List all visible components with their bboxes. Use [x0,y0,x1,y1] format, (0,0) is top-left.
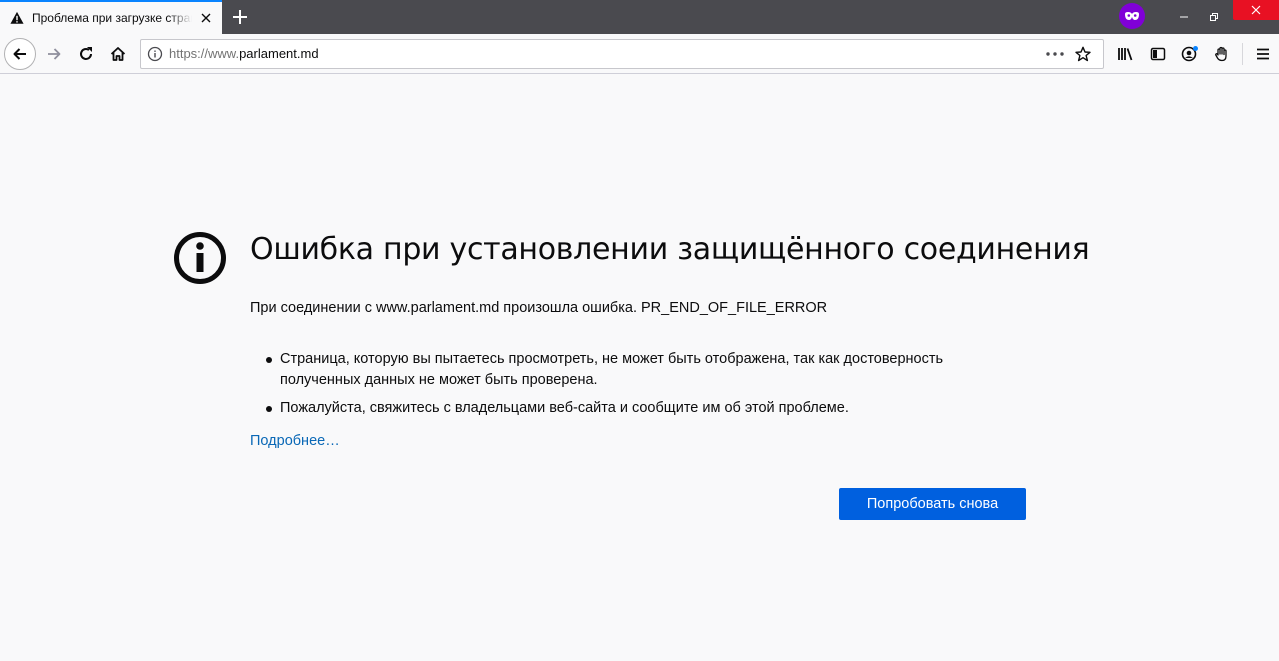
arrow-right-icon [48,47,61,60]
url-text[interactable]: https://www.parlament.md [169,46,1041,61]
home-button[interactable] [102,38,134,70]
warning-icon [10,11,24,24]
tab-active[interactable]: Проблема при загрузке страницы [0,0,222,34]
navigation-toolbar: https://www.parlament.md [0,34,1279,74]
private-browsing-icon [1119,3,1145,29]
list-item: Страница, которую вы пытаетесь просмотре… [264,349,1004,391]
reload-button[interactable] [70,38,102,70]
info-icon [174,232,226,284]
bookmark-star-button[interactable] [1069,42,1097,66]
home-icon [110,46,126,61]
tab-title: Проблема при загрузке страницы [32,11,192,25]
tab-strip: Проблема при загрузке страницы [0,0,1279,34]
error-description: При соединении с www.parlament.md произо… [250,300,828,316]
try-again-button[interactable]: Попробовать снова [839,488,1026,520]
close-icon [1251,5,1261,15]
page-actions-button[interactable] [1041,42,1069,66]
menu-button[interactable] [1247,38,1279,70]
minimize-icon [1180,16,1188,18]
library-icon [1118,47,1133,60]
info-icon[interactable] [147,46,163,62]
url-scheme: https://www. [169,46,240,61]
arrow-left-icon [13,47,26,60]
extension-button[interactable] [1206,38,1238,70]
hamburger-menu-icon [1257,48,1269,59]
tab-close-icon[interactable] [198,10,214,26]
plus-icon [233,10,247,24]
restore-icon [1210,13,1218,21]
new-tab-button[interactable] [222,0,258,34]
minimize-button[interactable] [1169,0,1199,34]
restore-button[interactable] [1199,0,1229,34]
close-window-button[interactable] [1233,0,1279,20]
url-host: parlament.md [239,46,319,61]
reload-icon [80,46,92,60]
hand-icon [1215,46,1227,61]
account-button[interactable] [1174,38,1206,70]
sidebar-icon [1150,47,1166,60]
tab-strip-spacer [258,0,1119,34]
account-icon [1181,45,1198,61]
learn-more-link[interactable]: Подробнее… [250,433,340,449]
forward-button[interactable] [38,38,70,70]
url-bar[interactable]: https://www.parlament.md [140,38,1104,69]
list-item: Пожалуйста, свяжитесь с владельцами веб-… [264,398,1004,419]
error-details-list: Страница, которую вы пытаетесь просмотре… [264,349,1004,426]
star-icon [1075,46,1091,61]
error-title: Ошибка при установлении защищённого соед… [250,232,1090,267]
sidebar-button[interactable] [1142,38,1174,70]
library-button[interactable] [1110,38,1142,70]
back-button[interactable] [4,37,36,70]
toolbar-right [1110,38,1279,70]
more-dots-icon [1046,51,1064,56]
toolbar-separator [1242,42,1243,65]
